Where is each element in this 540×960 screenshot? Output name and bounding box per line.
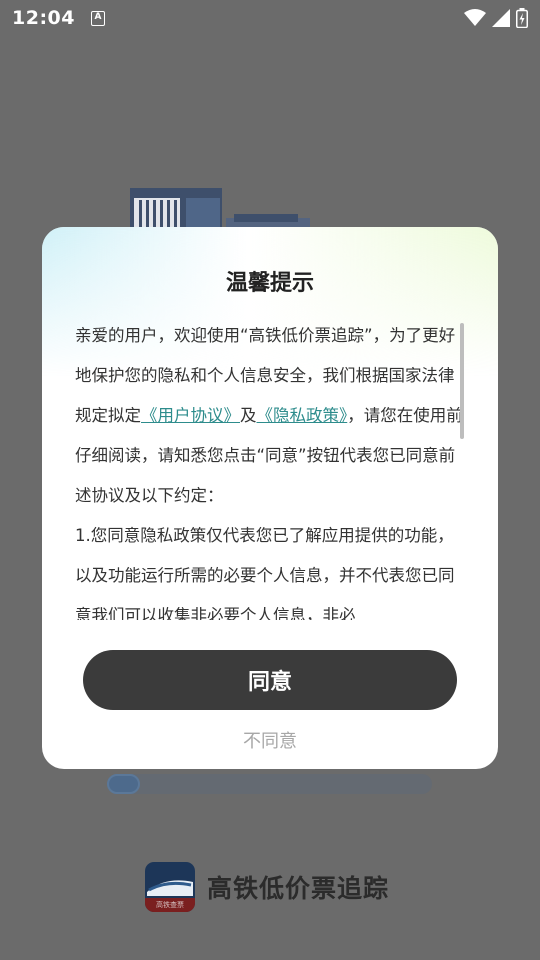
brand: 高铁查票 高铁低价票追踪 bbox=[145, 862, 389, 912]
dialog-scrollbar[interactable] bbox=[460, 323, 464, 439]
privacy-consent-dialog: 温馨提示 亲爱的用户，欢迎使用“高铁低价票追踪”，为了更好地保护您的隐私和个人信… bbox=[42, 227, 498, 769]
signal-icon bbox=[492, 9, 510, 27]
status-icons bbox=[464, 8, 528, 28]
consent-paragraph: 亲爱的用户，欢迎使用“高铁低价票追踪”，为了更好地保护您的隐私和个人信息安全，我… bbox=[75, 316, 465, 516]
status-bar: 12:04 A bbox=[0, 0, 540, 36]
app-logo-label: 高铁查票 bbox=[145, 898, 195, 912]
privacy-policy-link[interactable]: 《隐私政策》 bbox=[257, 406, 348, 425]
status-time: 12:04 bbox=[12, 7, 75, 29]
disagree-button[interactable]: 不同意 bbox=[42, 727, 498, 753]
battery-icon bbox=[516, 8, 528, 28]
app-logo-icon: 高铁查票 bbox=[145, 862, 195, 912]
dialog-title: 温馨提示 bbox=[225, 271, 314, 296]
wifi-icon bbox=[464, 9, 486, 26]
dialog-body[interactable]: 亲爱的用户，欢迎使用“高铁低价票追踪”，为了更好地保护您的隐私和个人信息安全，我… bbox=[75, 316, 465, 620]
consent-clause-1: 1.您同意隐私政策仅代表您已了解应用提供的功能，以及功能运行所需的必要个人信息，… bbox=[75, 526, 455, 620]
user-agreement-link[interactable]: 《用户协议》 bbox=[141, 406, 240, 425]
consent-text-and: 及 bbox=[240, 406, 257, 425]
agree-button[interactable]: 同意 bbox=[83, 650, 457, 710]
app-name: 高铁低价票追踪 bbox=[207, 874, 390, 903]
loading-progress-bar bbox=[107, 774, 432, 794]
loading-progress-fill bbox=[107, 774, 140, 794]
notification-a-icon: A bbox=[90, 10, 105, 26]
